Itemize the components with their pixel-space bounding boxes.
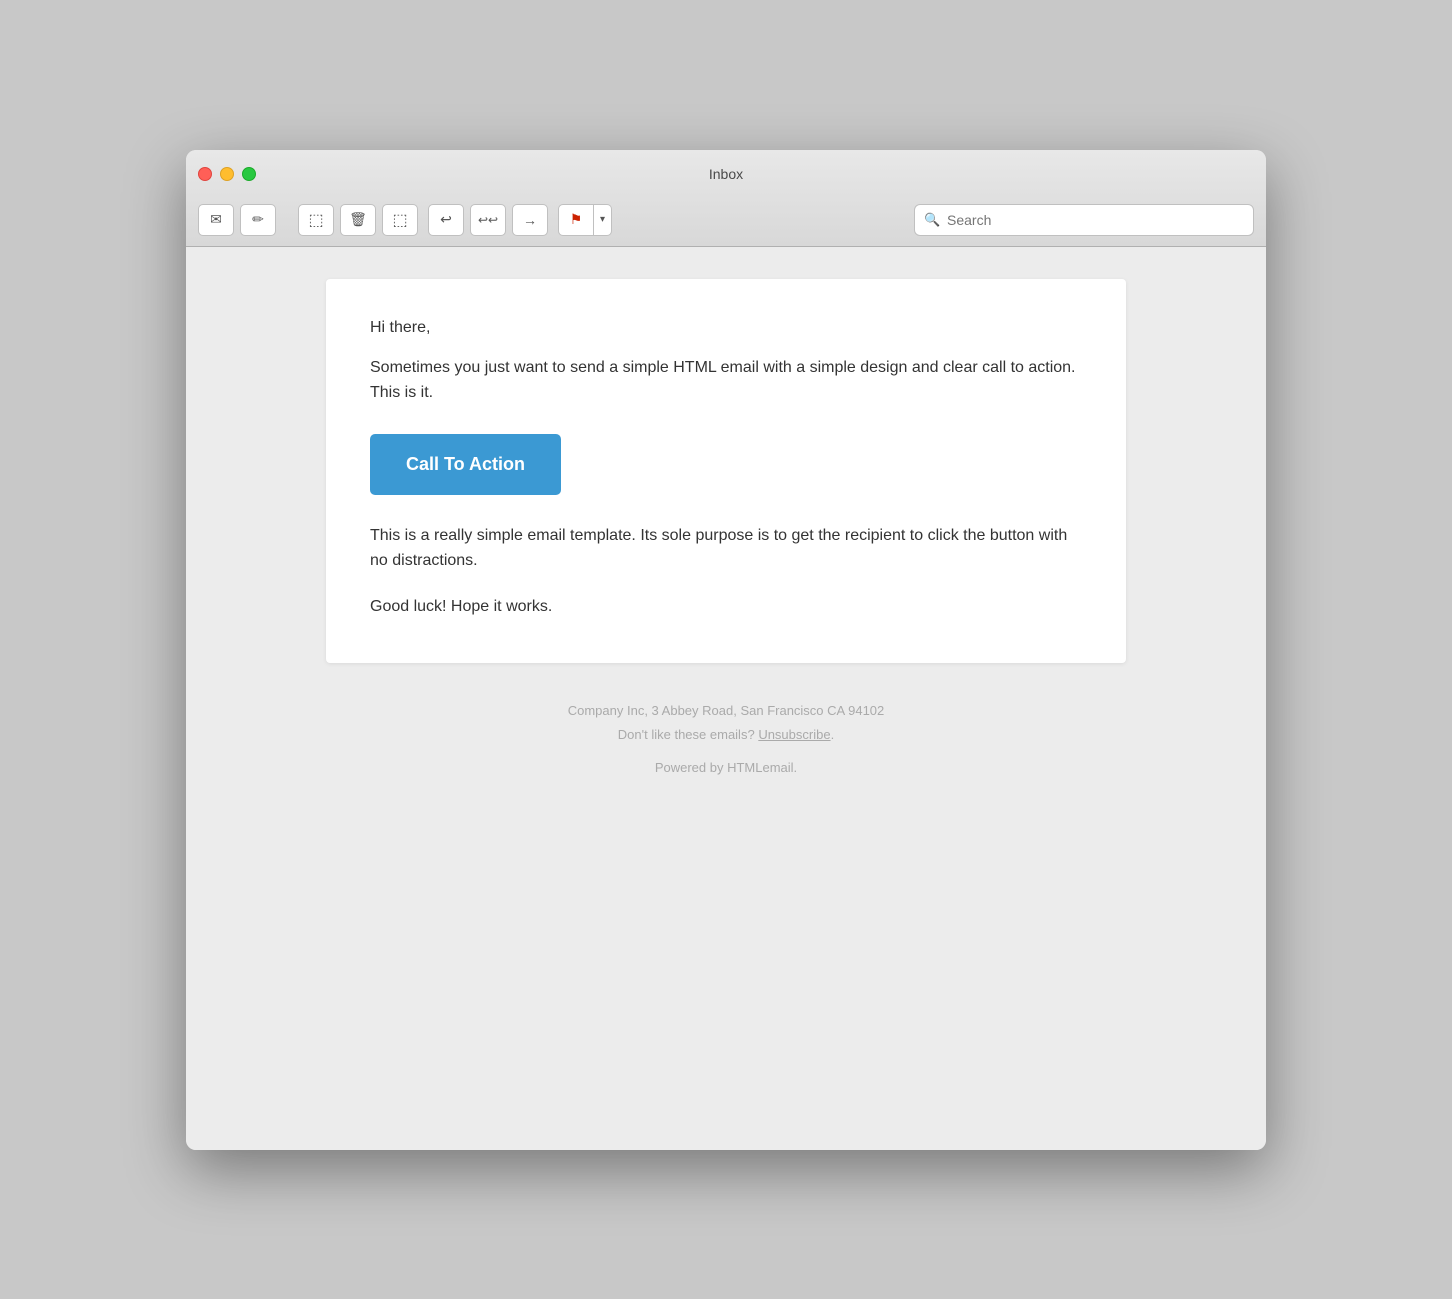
flag-button[interactable]: ⚑: [558, 204, 594, 236]
flag-group: ⚑ ▾: [558, 204, 612, 236]
compose-group: ✉ ✏: [198, 204, 278, 236]
reply-group: ↩ ↩↩ →: [428, 204, 550, 236]
search-input[interactable]: [914, 204, 1254, 236]
powered-by: Powered by HTMLemail.: [568, 756, 885, 779]
email-intro: Sometimes you just want to send a simple…: [370, 355, 1082, 406]
forward-button[interactable]: →: [512, 204, 548, 236]
titlebar: Inbox ✉ ✏ ⬚ 🗑 ⬚: [186, 150, 1266, 247]
edit-icon: ✏: [252, 211, 264, 228]
email-footer: Company Inc, 3 Abbey Road, San Francisco…: [568, 699, 885, 779]
reply-button[interactable]: ↩: [428, 204, 464, 236]
unsubscribe-prefix: Don't like these emails?: [618, 727, 755, 742]
email-card: Hi there, Sometimes you just want to sen…: [326, 279, 1126, 664]
trash-icon: 🗑: [349, 211, 367, 228]
archive-button[interactable]: ⬚: [298, 204, 334, 236]
trash-button[interactable]: 🗑: [340, 204, 376, 236]
email-closing: Good luck! Hope it works.: [370, 594, 1082, 620]
email-greeting: Hi there,: [370, 319, 1082, 337]
footer-unsubscribe: Don't like these emails? Unsubscribe.: [568, 723, 885, 746]
junk-icon: ⬚: [392, 210, 407, 230]
close-button[interactable]: [198, 167, 212, 181]
email-body: This is a really simple email template. …: [370, 523, 1082, 574]
flag-dropdown-button[interactable]: ▾: [594, 204, 612, 236]
minimize-button[interactable]: [220, 167, 234, 181]
maximize-button[interactable]: [242, 167, 256, 181]
toolbar: ✉ ✏ ⬚ 🗑 ⬚ ↩: [198, 198, 1254, 246]
main-content: Hi there, Sometimes you just want to sen…: [186, 247, 1266, 1150]
archive-icon: ⬚: [308, 210, 323, 230]
edit-button[interactable]: ✏: [240, 204, 276, 236]
window-controls: [198, 167, 256, 181]
unsubscribe-link[interactable]: Unsubscribe: [758, 727, 830, 742]
cta-button[interactable]: Call To Action: [370, 434, 561, 495]
forward-icon: →: [523, 212, 537, 228]
junk-button[interactable]: ⬚: [382, 204, 418, 236]
search-icon: 🔍: [924, 212, 940, 228]
footer-address: Company Inc, 3 Abbey Road, San Francisco…: [568, 699, 885, 722]
unsubscribe-suffix: .: [831, 727, 835, 742]
message-actions-group: ⬚ 🗑 ⬚: [298, 204, 420, 236]
reply-icon: ↩: [440, 211, 452, 228]
search-wrap: 🔍: [914, 204, 1254, 236]
chevron-down-icon: ▾: [600, 214, 605, 225]
mail-window: Inbox ✉ ✏ ⬚ 🗑 ⬚: [186, 150, 1266, 1150]
reply-all-button[interactable]: ↩↩: [470, 204, 506, 236]
compose-button[interactable]: ✉: [198, 204, 234, 236]
window-title: Inbox: [709, 166, 743, 182]
reply-all-icon: ↩↩: [478, 213, 498, 227]
flag-icon: ⚑: [570, 211, 583, 228]
compose-icon: ✉: [210, 211, 222, 228]
